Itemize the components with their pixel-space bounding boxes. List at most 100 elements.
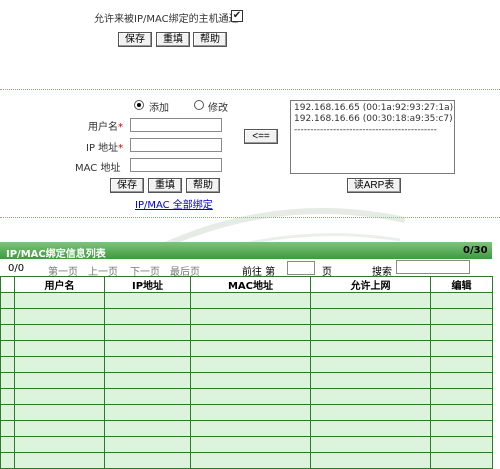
radio-edit-label: 修改 [208, 103, 228, 114]
table-cell [0, 324, 15, 341]
radio-selected-dot [137, 103, 141, 107]
table-cell [0, 420, 15, 437]
page-info: 0/0 [8, 263, 25, 274]
table-cell [14, 436, 105, 453]
table-cell [14, 340, 105, 357]
read-arp-button[interactable]: 读ARP表 [347, 178, 401, 193]
table-cell [104, 372, 191, 389]
table-cell [14, 452, 105, 469]
top-help-button[interactable]: 帮助 [193, 32, 227, 47]
table-cell [190, 356, 311, 373]
top-reset-button[interactable]: 重填 [156, 32, 190, 47]
arp-separator: ----------------------------------------… [294, 125, 437, 135]
table-cell [190, 340, 311, 357]
table-cell [190, 452, 311, 469]
ip-input[interactable] [130, 138, 222, 152]
table-cell [0, 292, 15, 309]
table-row [0, 452, 493, 469]
table-row [0, 404, 493, 421]
table-cell [104, 420, 191, 437]
radio-edit[interactable] [194, 100, 204, 110]
mac-label: MAC 地址 [75, 163, 121, 174]
table-cell [0, 340, 15, 357]
table-cell [190, 324, 311, 341]
table-cell [430, 324, 493, 341]
table-cell [14, 388, 105, 405]
table-cell [310, 404, 431, 421]
search-input[interactable] [396, 260, 470, 274]
table-cell [14, 356, 105, 373]
table-cell [0, 388, 15, 405]
table-row [0, 436, 493, 453]
check-icon: ✔ [232, 10, 242, 21]
move-to-form-button[interactable]: <== [244, 129, 278, 144]
divider-1 [0, 89, 500, 90]
table-title: IP/MAC绑定信息列表 [6, 249, 106, 260]
table-cell [190, 372, 311, 389]
table-row [0, 388, 493, 405]
table-cell [310, 292, 431, 309]
bind-all-link[interactable]: IP/MAC 全部绑定 [135, 196, 213, 211]
radio-add-label: 添加 [149, 103, 169, 114]
table-cell [190, 436, 311, 453]
goto-page-input[interactable] [287, 261, 315, 275]
allow-bound-hosts-checkbox[interactable]: ✔ [231, 10, 243, 22]
radio-add[interactable] [134, 100, 144, 110]
arp-entry[interactable]: 192.168.16.65 (00:1a:92:93:27:1a) [294, 103, 453, 114]
ip-label: IP 地址* [86, 143, 124, 154]
table-count: 0/30 [463, 245, 488, 256]
column-header: 用户名 [14, 276, 105, 293]
table-cell [430, 340, 493, 357]
table-row [0, 324, 493, 341]
table-cell [310, 356, 431, 373]
table-row [0, 372, 493, 389]
mac-input[interactable] [130, 158, 222, 172]
table-cell [310, 372, 431, 389]
arp-entry[interactable]: 192.168.16.66 (00:30:18:a9:35:c7) [294, 114, 453, 125]
top-save-button[interactable]: 保存 [118, 32, 152, 47]
table-cell [430, 388, 493, 405]
table-cell [310, 340, 431, 357]
table-cell [190, 420, 311, 437]
table-cell [0, 372, 15, 389]
table-cell [0, 452, 15, 469]
username-input[interactable] [130, 118, 222, 132]
column-header: IP地址 [104, 276, 191, 293]
table-cell [14, 420, 105, 437]
table-cell [310, 420, 431, 437]
table-cell [430, 308, 493, 325]
table-cell [104, 356, 191, 373]
table-cell [190, 292, 311, 309]
table-cell [310, 436, 431, 453]
form-save-button[interactable]: 保存 [110, 178, 144, 193]
table-cell [104, 308, 191, 325]
table-cell [104, 452, 191, 469]
column-header [0, 276, 15, 293]
form-help-button[interactable]: 帮助 [186, 178, 220, 193]
table-cell [104, 340, 191, 357]
table-row [0, 340, 493, 357]
table-cell [14, 404, 105, 421]
column-header: MAC地址 [190, 276, 311, 293]
username-label: 用户名* [88, 122, 123, 133]
table-cell [310, 324, 431, 341]
divider-2 [0, 217, 500, 218]
table-cell [310, 308, 431, 325]
table-row [0, 308, 493, 325]
table-cell [430, 436, 493, 453]
allow-bound-hosts-label: 允许来被IP/MAC绑定的主机通过 [94, 14, 239, 25]
table-cell [104, 324, 191, 341]
form-reset-button[interactable]: 重填 [148, 178, 182, 193]
table-cell [430, 356, 493, 373]
table-cell [14, 292, 105, 309]
table-cell [310, 452, 431, 469]
table-cell [14, 308, 105, 325]
table-cell [104, 404, 191, 421]
table-header-row: 用户名 IP地址 MAC地址 允许上网 编辑 [0, 276, 493, 293]
table-cell [190, 308, 311, 325]
table-row [0, 420, 493, 437]
column-header: 编辑 [430, 276, 493, 293]
arp-list-box[interactable]: 192.168.16.65 (00:1a:92:93:27:1a) 192.16… [290, 100, 455, 174]
table-cell [0, 404, 15, 421]
column-header: 允许上网 [310, 276, 431, 293]
